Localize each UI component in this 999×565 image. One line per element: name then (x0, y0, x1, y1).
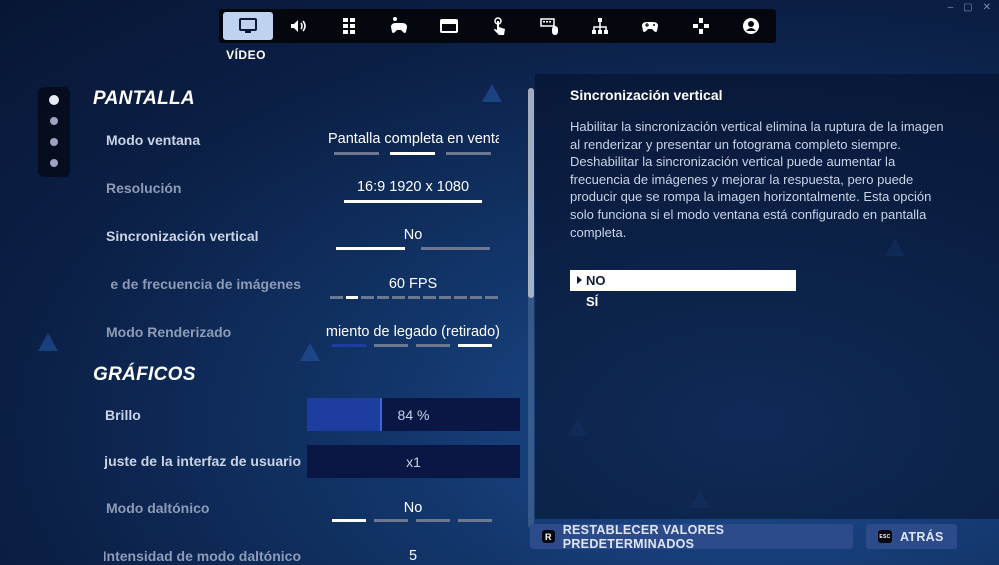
keyboard-mouse-icon (539, 18, 558, 35)
background-triangle (300, 343, 320, 361)
setting-label-render: Modo Renderizado (106, 324, 232, 340)
ui-scale-slider[interactable]: x1 (307, 445, 520, 478)
detail-title: Sincronización vertical (570, 87, 723, 103)
back-button[interactable]: ESC ATRÁS (866, 524, 957, 549)
scrollbar-thumb[interactable] (528, 88, 534, 298)
detail-description: Habilitar la sincronización vertical eli… (570, 119, 944, 240)
background-triangle (38, 333, 58, 351)
setting-label-vsync: Sincronización vertical (106, 228, 259, 244)
section-dot[interactable] (50, 117, 58, 125)
maximize-icon[interactable]: ▢ (963, 2, 972, 13)
tab-touch[interactable] (474, 12, 524, 40)
section-scroll-indicator (38, 87, 70, 177)
option-si[interactable]: SÍ (570, 291, 796, 312)
monitor-icon (239, 18, 258, 33)
gamepad-accessibility-icon (390, 17, 407, 33)
tab-controller[interactable] (625, 12, 675, 40)
speaker-icon (291, 20, 307, 32)
setting-label-daltonico: Modo daltónico (106, 500, 210, 516)
reset-defaults-button[interactable]: R RESTABLECER VALORES PREDETERMINADOS (530, 523, 853, 551)
background-triangle (482, 84, 502, 102)
tab-network[interactable] (575, 12, 625, 40)
option-indicator-resolucion (344, 200, 482, 203)
tab-audio[interactable] (273, 12, 323, 40)
option-indicator-daltonico (332, 519, 492, 522)
tab-keyboard-mouse[interactable] (525, 12, 575, 40)
section-dot[interactable] (50, 138, 58, 146)
tab-account[interactable] (726, 12, 776, 40)
section-dot-active[interactable] (49, 95, 59, 105)
tab-video[interactable] (223, 12, 274, 40)
setting-value-modo-ventana[interactable]: Pantalla completa en ventana (323, 131, 499, 147)
section-title-pantalla: PANTALLA (93, 88, 195, 109)
tab-game[interactable] (424, 12, 474, 40)
tab-controller-bindings[interactable] (675, 12, 725, 40)
tab-controller-accessibility[interactable] (374, 12, 424, 40)
option-indicator-modo-ventana (334, 152, 491, 155)
setting-label-intensidad: Intensidad de modo daltónico (104, 548, 301, 564)
close-icon[interactable]: ✕ (983, 2, 991, 13)
controller-icon (642, 22, 659, 32)
ui-scale-value: x1 (406, 453, 421, 470)
grid-icon (342, 18, 355, 34)
option-indicator-fps (330, 296, 498, 299)
key-r-icon: R (542, 530, 555, 543)
section-title-graficos: GRÁFICOS (93, 364, 196, 385)
tab-accessibility[interactable] (324, 12, 374, 40)
setting-value-vsync[interactable]: No (323, 227, 503, 243)
option-indicator-render (332, 344, 492, 347)
settings-tab-bar (219, 9, 776, 43)
active-tab-label: VÍDEO (226, 48, 266, 62)
network-icon (591, 18, 608, 34)
setting-label-modo-ventana: Modo ventana (106, 132, 201, 148)
dpad-icon (692, 18, 709, 34)
setting-value-intensidad[interactable]: 5 (323, 548, 503, 564)
window-controls: – ▢ ✕ (948, 2, 991, 13)
option-indicator-vsync (336, 247, 490, 250)
setting-label-resolucion: Resolución (106, 180, 182, 196)
key-esc-icon: ESC (878, 530, 892, 543)
settings-scrollbar[interactable] (528, 88, 534, 528)
setting-label-ui-scale: Ajuste de la interfaz de usuario (104, 453, 301, 469)
option-no[interactable]: NO (570, 270, 796, 291)
setting-label-brillo: Brillo (105, 407, 141, 423)
setting-value-render[interactable]: Rendimiento de legado (retirado) (326, 324, 500, 340)
section-dot[interactable] (50, 159, 58, 167)
caret-right-icon (577, 276, 582, 284)
brightness-value: 84 % (397, 406, 430, 423)
account-icon (742, 18, 759, 34)
card-icon (440, 19, 459, 33)
setting-value-resolucion[interactable]: 16:9 1920 x 1080 (323, 179, 503, 195)
minimize-icon[interactable]: – (948, 2, 954, 13)
setting-value-fps[interactable]: 60 FPS (323, 276, 503, 292)
touch-icon (494, 17, 506, 35)
brightness-slider[interactable]: 84 % (307, 398, 520, 431)
setting-label-fps: Límite de frecuencia de imágenes (111, 276, 301, 292)
setting-value-daltonico[interactable]: No (323, 500, 503, 516)
